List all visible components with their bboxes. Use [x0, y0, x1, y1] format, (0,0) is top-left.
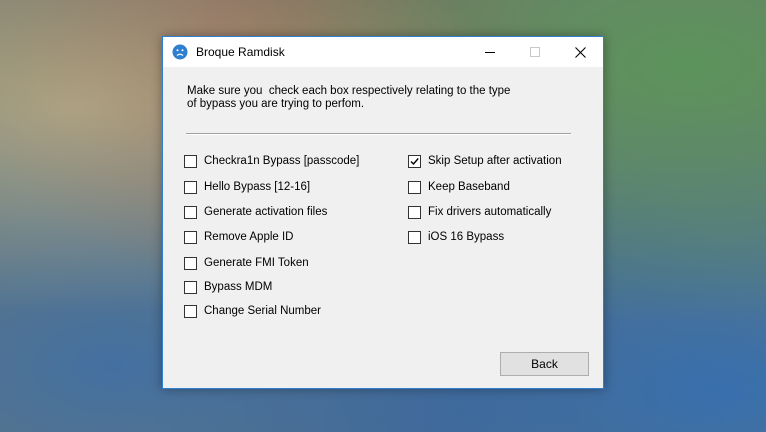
checkbox-keep-baseband[interactable]: Keep Baseband — [408, 180, 510, 194]
checkbox-box[interactable] — [408, 205, 421, 219]
checkbox-box[interactable] — [184, 256, 197, 270]
instructions-line-1: Make sure you check each box respectivel… — [187, 85, 511, 97]
maximize-button[interactable] — [512, 37, 558, 67]
checkbox-box[interactable] — [184, 205, 197, 219]
sad-face-icon — [172, 44, 188, 60]
checkbox-skip-setup[interactable]: Skip Setup after activation — [408, 154, 562, 168]
instructions-line-2: of bypass you are trying to perfom. — [187, 98, 365, 110]
checkbox-box[interactable] — [408, 230, 421, 244]
back-button[interactable]: Back — [500, 352, 589, 376]
instructions-text: Make sure you check each box respectivel… — [187, 85, 517, 111]
checkbox-label: Remove Apple ID — [204, 231, 294, 243]
checkbox-label: Checkra1n Bypass [passcode] — [204, 155, 360, 167]
separator — [186, 133, 571, 135]
checkbox-label: Bypass MDM — [204, 281, 273, 293]
checkbox-label: Change Serial Number — [204, 305, 321, 317]
checkbox-label: iOS 16 Bypass — [428, 231, 505, 243]
checkbox-remove-apple-id[interactable]: Remove Apple ID — [184, 230, 294, 244]
checkbox-label: Generate FMI Token — [204, 257, 309, 269]
title-bar[interactable]: Broque Ramdisk — [163, 37, 603, 67]
checkbox-change-serial-number[interactable]: Change Serial Number — [184, 304, 321, 318]
checkbox-box[interactable] — [184, 304, 197, 318]
checkbox-generate-activation-files[interactable]: Generate activation files — [184, 205, 327, 219]
checkbox-label: Skip Setup after activation — [428, 155, 562, 167]
app-window: Broque Ramdisk Make sure you check each … — [162, 36, 604, 389]
minimize-button[interactable] — [467, 37, 513, 67]
checkbox-bypass-mdm[interactable]: Bypass MDM — [184, 280, 272, 294]
checkbox-label: Fix drivers automatically — [428, 206, 552, 218]
minimize-icon — [485, 52, 495, 53]
checkbox-box[interactable] — [184, 154, 197, 168]
checkbox-hello-bypass[interactable]: Hello Bypass [12-16] — [184, 180, 310, 194]
checkmark-icon — [410, 157, 419, 165]
checkbox-fix-drivers[interactable]: Fix drivers automatically — [408, 205, 551, 219]
close-button[interactable] — [557, 37, 603, 67]
checkbox-generate-fmi-token[interactable]: Generate FMI Token — [184, 256, 309, 270]
checkbox-checkra1n-bypass[interactable]: Checkra1n Bypass [passcode] — [184, 154, 359, 168]
checkbox-box[interactable] — [184, 230, 197, 244]
checkbox-ios16-bypass[interactable]: iOS 16 Bypass — [408, 230, 504, 244]
maximize-icon — [530, 47, 540, 57]
checkbox-label: Generate activation files — [204, 206, 328, 218]
checkbox-box[interactable] — [408, 154, 421, 168]
window-title: Broque Ramdisk — [196, 45, 285, 59]
checkbox-box[interactable] — [408, 180, 421, 194]
checkbox-label: Keep Baseband — [428, 181, 510, 193]
checkbox-box[interactable] — [184, 180, 197, 194]
close-icon — [574, 46, 586, 58]
checkbox-label: Hello Bypass [12-16] — [204, 181, 311, 193]
checkbox-box[interactable] — [184, 280, 197, 294]
